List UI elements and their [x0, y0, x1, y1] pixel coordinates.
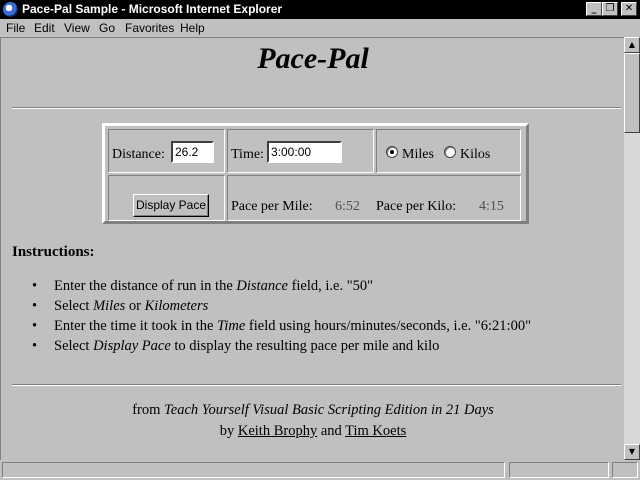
window-title-bar[interactable]: Pace-Pal Sample - Microsoft Internet Exp…: [0, 0, 640, 19]
menu-file[interactable]: File: [6, 21, 25, 35]
scroll-up-icon[interactable]: ▲: [624, 37, 640, 53]
top-divider: [12, 107, 621, 109]
maximize-button[interactable]: ❐: [602, 2, 618, 16]
scroll-thumb[interactable]: [624, 53, 640, 133]
time-input[interactable]: 3:00:00: [267, 141, 342, 163]
distance-input[interactable]: 26.2: [171, 141, 214, 163]
book-title: Teach Yourself Visual Basic Scripting Ed…: [164, 402, 494, 418]
page-title: Pace-Pal: [257, 42, 369, 75]
list-item: Select Miles or Kilometers: [32, 298, 612, 318]
miles-label[interactable]: Miles: [402, 147, 434, 163]
author-link-keith-brophy[interactable]: Keith Brophy: [238, 423, 317, 439]
menu-go[interactable]: Go: [99, 21, 115, 35]
pace-per-kilo-value: 4:15: [479, 199, 504, 214]
menu-help[interactable]: Help: [180, 21, 205, 35]
status-pane-secure: [612, 462, 638, 478]
window-title: Pace-Pal Sample - Microsoft Internet Exp…: [22, 2, 283, 16]
credit-book-line: from Teach Yourself Visual Basic Scripti…: [132, 402, 494, 418]
author-link-tim-koets[interactable]: Tim Koets: [345, 423, 406, 439]
menu-bar: File Edit View Go Favorites Help: [0, 19, 640, 37]
pace-per-mile-label: Pace per Mile:: [231, 199, 313, 214]
status-pane-zone: [509, 462, 609, 478]
kilos-radio[interactable]: [444, 146, 456, 158]
list-item: Select Display Pace to display the resul…: [32, 338, 612, 358]
pace-per-mile-value: 6:52: [335, 199, 360, 214]
time-cell: Time: 3:00:00: [227, 129, 374, 173]
scroll-down-icon[interactable]: ▼: [624, 444, 640, 460]
button-cell: Display Pace: [108, 175, 225, 221]
vertical-scrollbar[interactable]: ▲ ▼: [624, 37, 640, 460]
menu-edit[interactable]: Edit: [34, 21, 55, 35]
bottom-divider: [12, 384, 621, 386]
close-button[interactable]: ✕: [621, 2, 637, 16]
pace-per-kilo-label: Pace per Kilo:: [376, 199, 457, 214]
miles-radio[interactable]: [386, 146, 398, 158]
list-item: Enter the time it took in the Time field…: [32, 318, 612, 338]
status-bar: [0, 460, 640, 480]
time-label: Time:: [231, 147, 264, 162]
status-pane-main: [2, 462, 505, 478]
credit-author-line: by Keith Brophy and Tim Koets: [219, 423, 407, 439]
menu-view[interactable]: View: [64, 21, 90, 35]
list-item: Enter the distance of run in the Distanc…: [32, 278, 612, 298]
instructions-heading: Instructions:: [12, 244, 95, 260]
page-viewport: Pace-Pal Distance: 26.2 Time: 3:00:00 Mi…: [0, 37, 624, 460]
display-pace-button[interactable]: Display Pace: [133, 194, 209, 217]
pace-form-table: Distance: 26.2 Time: 3:00:00 Miles Kilos…: [102, 123, 529, 224]
kilos-label[interactable]: Kilos: [460, 147, 490, 163]
instructions-list: Enter the distance of run in the Distanc…: [32, 278, 612, 358]
units-cell: Miles Kilos: [376, 129, 521, 173]
menu-favorites[interactable]: Favorites: [125, 21, 174, 35]
distance-cell: Distance: 26.2: [108, 129, 225, 173]
distance-label: Distance:: [112, 147, 165, 162]
ie-globe-icon[interactable]: [3, 2, 18, 17]
results-cell: Pace per Mile: 6:52 Pace per Kilo: 4:15: [227, 175, 521, 221]
minimize-button[interactable]: _: [586, 2, 602, 16]
